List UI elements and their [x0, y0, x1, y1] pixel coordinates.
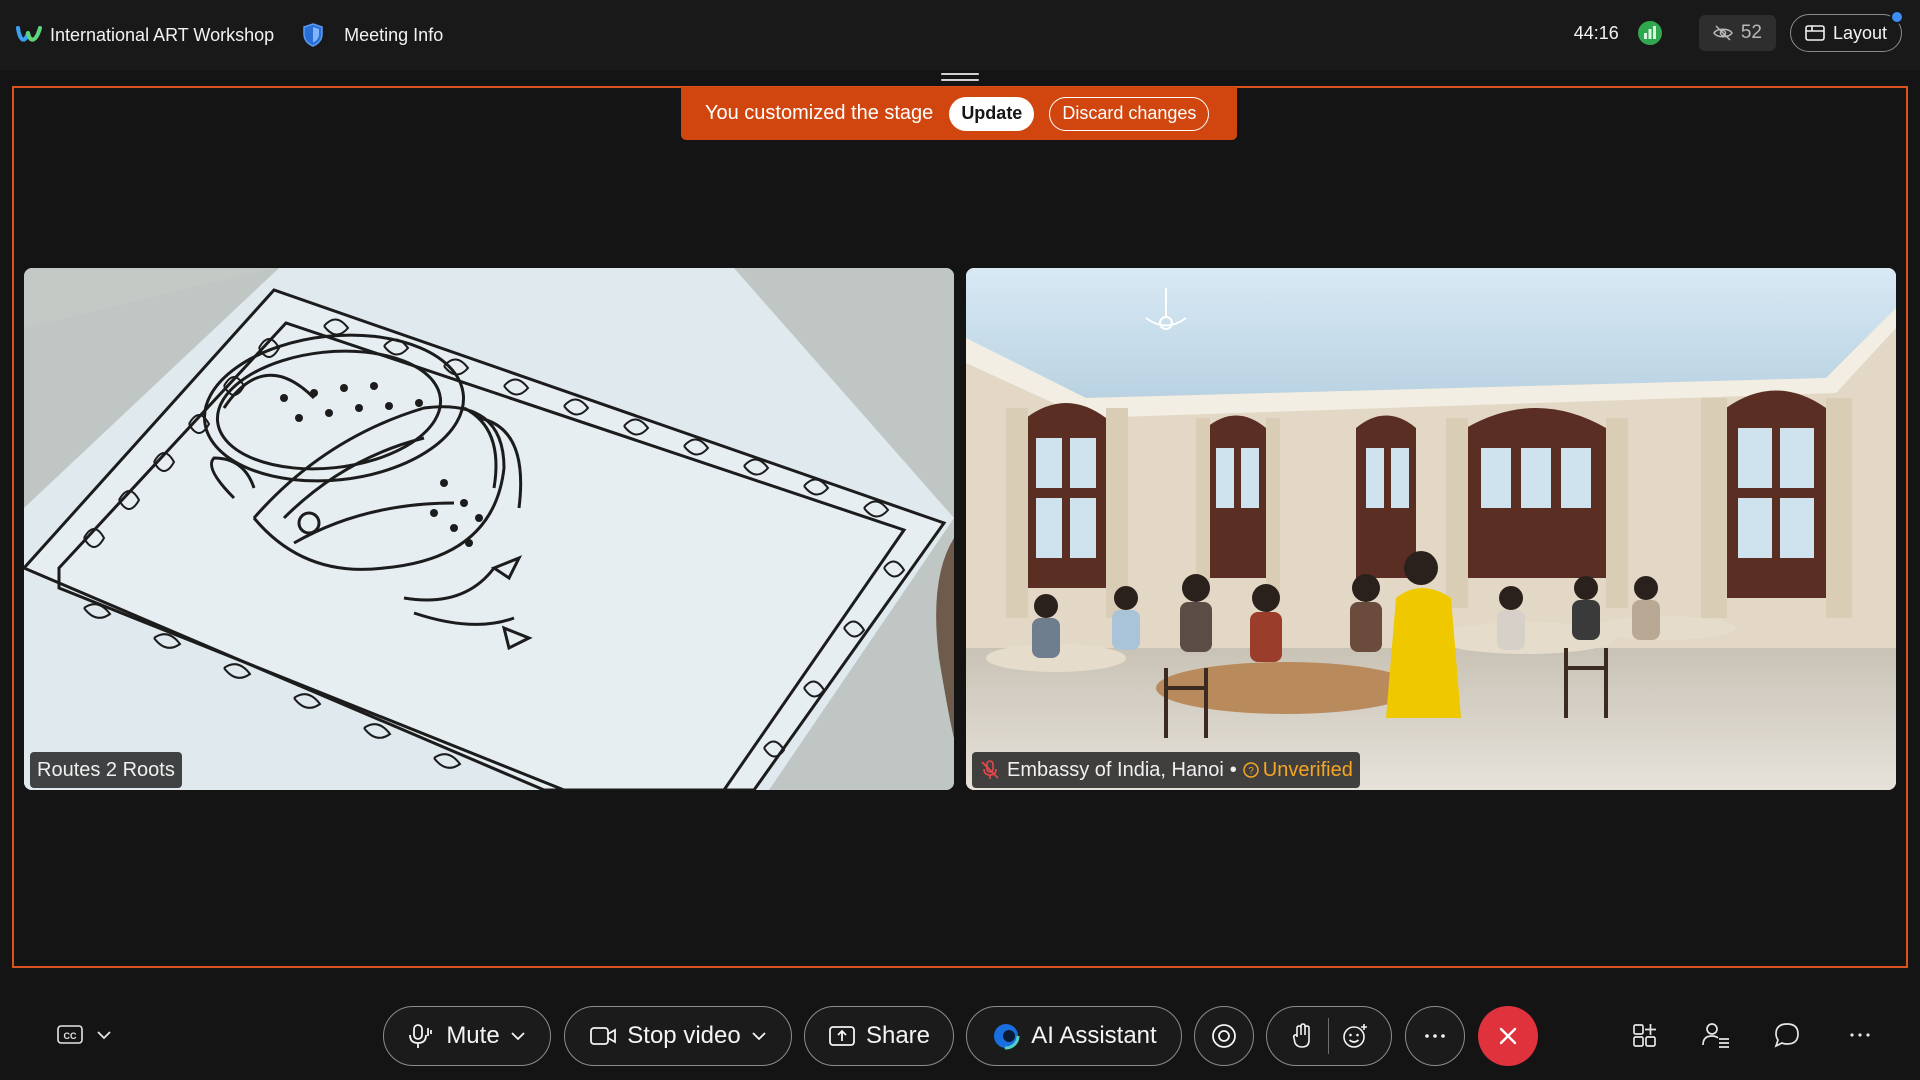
webex-logo-icon: [16, 26, 42, 42]
apps-icon: [1633, 1024, 1656, 1047]
name-separator: •: [1229, 758, 1237, 781]
classroom-video-feed: [966, 268, 1896, 790]
reactions-group: [1266, 1006, 1392, 1066]
layout-label: Layout: [1832, 22, 1887, 43]
stop-video-button[interactable]: Stop video: [564, 1006, 792, 1066]
artwork-video-feed: [24, 268, 954, 790]
discard-changes-button[interactable]: Discard changes: [1049, 96, 1210, 131]
reactions-icon[interactable]: [1341, 1022, 1369, 1050]
record-icon: [1212, 1024, 1236, 1048]
ai-assistant-label: AI Assistant: [1031, 1022, 1157, 1049]
camera-icon: [590, 1027, 617, 1045]
participants-icon: [1702, 1023, 1729, 1048]
banner-text: You customized the stage: [705, 102, 934, 124]
video-label: Stop video: [627, 1022, 741, 1049]
unverified-label: Unverified: [1262, 758, 1353, 781]
chevron-down-icon[interactable]: [510, 1031, 526, 1041]
participant-name-tag: Routes 2 Roots: [30, 752, 182, 788]
participant-name-tag: Embassy of India, Hanoi • ? Unverified: [972, 752, 1360, 788]
participants-button[interactable]: [1699, 1018, 1733, 1052]
video-tile-routes-2-roots[interactable]: Routes 2 Roots: [24, 268, 954, 790]
network-signal-icon[interactable]: [1637, 20, 1663, 46]
muted-microphone-icon: [981, 760, 999, 779]
notification-dot: [1890, 10, 1904, 24]
chevron-down-icon: [97, 1031, 111, 1040]
share-icon: [829, 1026, 855, 1046]
share-label: Share: [865, 1022, 931, 1049]
participant-name: Routes 2 Roots: [37, 758, 175, 781]
record-button[interactable]: [1194, 1006, 1254, 1066]
stage-resize-handle[interactable]: [941, 73, 979, 83]
ai-assistant-icon: [992, 1022, 1020, 1050]
top-bar: International ART Workshop Meeting Info …: [0, 0, 1920, 70]
mute-label: Mute: [446, 1022, 500, 1049]
video-tile-embassy-of-india-hanoi[interactable]: Embassy of India, Hanoi • ? Unverified: [966, 268, 1896, 790]
apps-button[interactable]: [1628, 1018, 1662, 1052]
closed-captions-button[interactable]: CC: [54, 1018, 88, 1052]
layout-icon: [1805, 25, 1825, 41]
unverified-badge[interactable]: ? Unverified: [1243, 759, 1353, 782]
participant-name: Embassy of India, Hanoi: [1007, 758, 1224, 781]
meeting-info-link[interactable]: Meeting Info: [344, 25, 443, 46]
update-button[interactable]: Update: [949, 96, 1035, 131]
more-options-button[interactable]: [1405, 1006, 1465, 1066]
more-options-right-button[interactable]: [1843, 1018, 1877, 1052]
hidden-participants-button[interactable]: 52: [1698, 15, 1776, 51]
share-button[interactable]: Share: [804, 1006, 954, 1066]
reactions-divider: [1327, 1018, 1329, 1054]
shield-icon[interactable]: [302, 23, 324, 47]
chat-button[interactable]: [1770, 1018, 1804, 1052]
eye-slash-icon: [1712, 25, 1733, 41]
layout-button[interactable]: Layout: [1789, 10, 1904, 52]
cc-icon: CC: [57, 1025, 83, 1044]
svg-text:CC: CC: [64, 1031, 77, 1041]
captions-dropdown[interactable]: [92, 1018, 116, 1052]
more-icon: [1425, 1034, 1445, 1038]
meeting-timer: 44:16: [1573, 22, 1619, 43]
meeting-title: International ART Workshop: [50, 24, 275, 45]
hidden-participants-count: 52: [1740, 22, 1762, 43]
question-circle-icon: ?: [1243, 762, 1259, 778]
microphone-icon: [409, 1024, 433, 1048]
customize-stage-banner: You customized the stage Update Discard …: [681, 87, 1237, 140]
end-call-icon: [1499, 1027, 1517, 1045]
end-call-button[interactable]: [1478, 1006, 1538, 1066]
chevron-down-icon[interactable]: [751, 1031, 767, 1041]
svg-text:?: ?: [1248, 766, 1254, 777]
mute-button[interactable]: Mute: [383, 1006, 551, 1066]
ai-assistant-button[interactable]: AI Assistant: [966, 1006, 1182, 1066]
raise-hand-icon[interactable]: [1290, 1022, 1316, 1050]
more-icon: [1850, 1033, 1870, 1037]
chat-icon: [1774, 1023, 1799, 1048]
